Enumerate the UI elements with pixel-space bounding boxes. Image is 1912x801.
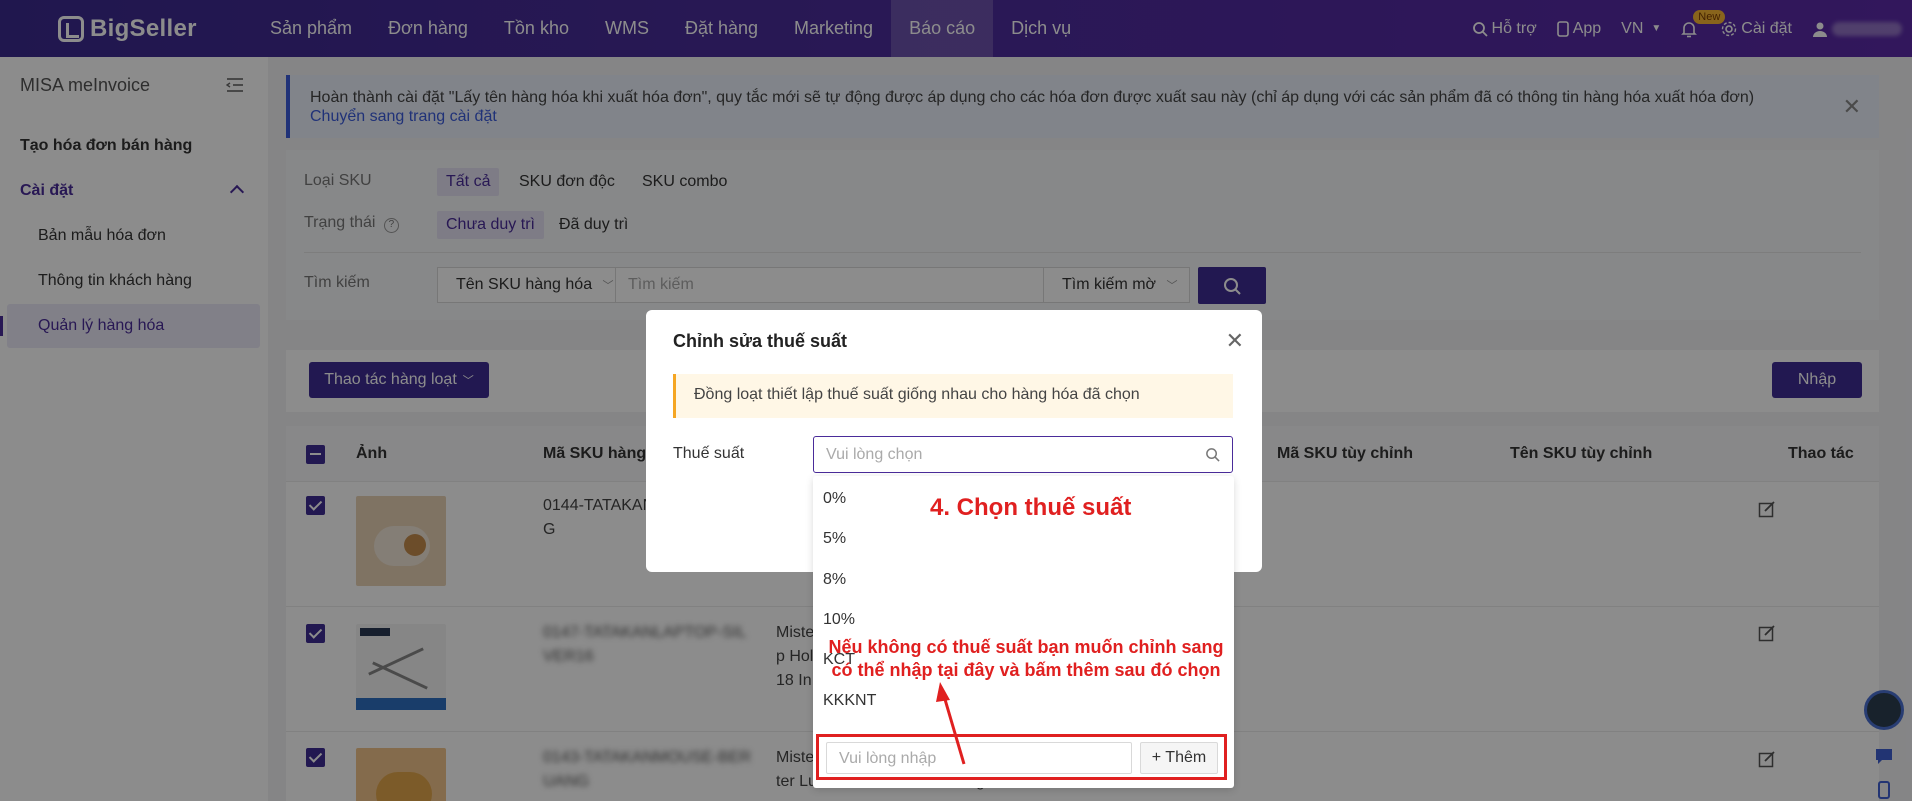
option-0[interactable]: 0% [823,490,846,508]
tax-rate-label: Thuế suất [673,445,745,462]
tax-rate-select[interactable]: Vui lòng chọn [813,436,1233,473]
hint-line1: Nếu không có thuế suất bạn muốn chỉnh sa… [828,637,1224,657]
option-8[interactable]: 8% [823,571,846,589]
dialog-warning: Đồng loạt thiết lập thuế suất giống nhau… [673,374,1233,418]
option-kkknt[interactable]: KKKNT [823,692,876,710]
close-icon[interactable]: ✕ [1226,328,1244,354]
hint-annotation: Nếu không có thuế suất bạn muốn chỉnh sa… [816,636,1236,682]
step-annotation: 4. Chọn thuế suất [930,494,1132,521]
option-5[interactable]: 5% [823,530,846,548]
dialog-title: Chỉnh sửa thuế suất [673,331,848,351]
search-icon [1206,448,1220,462]
add-custom-rate-box: Vui lòng nhập + Thêm [816,734,1227,780]
custom-rate-input[interactable]: Vui lòng nhập [826,742,1132,774]
option-10[interactable]: 10% [823,611,855,629]
tax-rate-dropdown: 0% 5% 8% 10% KCT KKKNT Vui lòng nhập + T… [813,476,1234,788]
tax-rate-placeholder: Vui lòng chọn [826,446,923,463]
add-rate-button[interactable]: + Thêm [1140,742,1218,774]
hint-line2: có thể nhập tại đây và bấm thêm sau đó c… [831,660,1221,680]
arrow-icon [936,682,966,765]
